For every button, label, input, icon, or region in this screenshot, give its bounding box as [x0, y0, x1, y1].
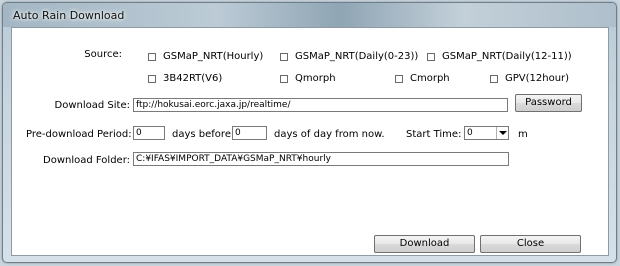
auto-rain-download-window: Auto Rain Download Source: GSMaP_NRT(Hou…: [2, 2, 617, 263]
password-button[interactable]: Password: [515, 94, 582, 112]
checkbox-box[interactable]: [490, 74, 498, 83]
checkbox-gsmap-nrt-daily-12-11[interactable]: GSMaP_NRT(Daily(12-11)): [427, 51, 572, 62]
download-site-label: Download Site:: [54, 100, 130, 111]
checkbox-cmorph[interactable]: Cmorph: [395, 73, 450, 84]
checkbox-box[interactable]: [427, 52, 435, 61]
source-label: Source:: [84, 49, 122, 60]
start-time-label: Start Time:: [406, 129, 462, 140]
download-button[interactable]: Download: [374, 235, 475, 253]
days-of-day-input[interactable]: 0: [232, 126, 267, 140]
pre-download-period-label: Pre-download Period:: [26, 129, 132, 140]
days-of-day-text: days of day from now.: [274, 129, 385, 140]
dialog-body: Source: GSMaP_NRT(Hourly) GSMaP_NRT(Dail…: [11, 27, 609, 256]
checkbox-box[interactable]: [148, 52, 156, 61]
close-button[interactable]: Close: [480, 235, 581, 253]
checkbox-box[interactable]: [395, 74, 403, 83]
checkbox-label: GPV(12hour): [505, 73, 570, 84]
checkbox-label: GSMaP_NRT(Daily(12-11)): [442, 51, 572, 62]
days-before-text: days before: [172, 129, 231, 140]
start-time-value: 0: [467, 128, 473, 138]
start-time-select[interactable]: 0: [464, 126, 509, 140]
download-site-input[interactable]: ftp://hokusai.eorc.jaxa.jp/realtime/: [133, 98, 508, 112]
days-before-input[interactable]: 0: [133, 126, 165, 140]
checkbox-box[interactable]: [280, 74, 288, 83]
checkbox-3b42rt-v6[interactable]: 3B42RT(V6): [148, 73, 222, 84]
download-folder-label: Download Folder:: [43, 155, 130, 166]
download-folder-input[interactable]: C:¥IFAS¥IMPORT_DATA¥GSMaP_NRT¥hourly: [133, 152, 509, 166]
checkbox-gsmap-nrt-daily-0-23[interactable]: GSMaP_NRT(Daily(0-23)): [280, 51, 418, 62]
checkbox-label: Qmorph: [295, 73, 336, 84]
checkbox-gpv-12hour[interactable]: GPV(12hour): [490, 73, 569, 84]
checkbox-label: GSMaP_NRT(Hourly): [163, 51, 264, 62]
checkbox-label: GSMaP_NRT(Daily(0-23)): [295, 51, 419, 62]
checkbox-box[interactable]: [280, 52, 288, 61]
checkbox-label: 3B42RT(V6): [163, 73, 223, 84]
chevron-down-icon[interactable]: [496, 127, 508, 139]
checkbox-box[interactable]: [148, 74, 156, 83]
window-title: Auto Rain Download: [13, 9, 125, 22]
checkbox-gsmap-nrt-hourly[interactable]: GSMaP_NRT(Hourly): [148, 51, 263, 62]
checkbox-qmorph[interactable]: Qmorph: [280, 73, 336, 84]
start-time-unit: m: [518, 129, 528, 140]
title-bar[interactable]: Auto Rain Download: [3, 3, 616, 27]
checkbox-label: Cmorph: [410, 73, 450, 84]
